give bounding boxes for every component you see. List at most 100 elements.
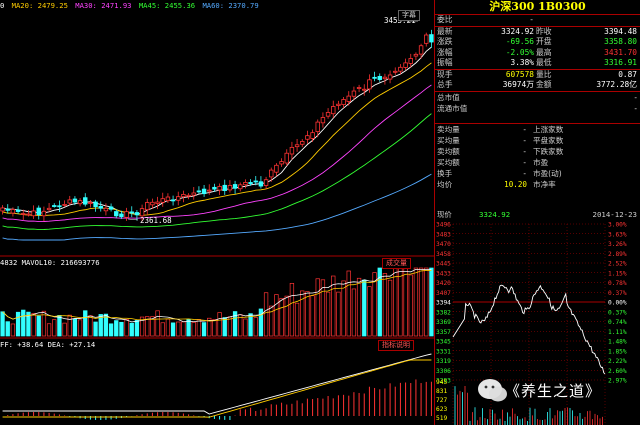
candle-body xyxy=(263,179,269,186)
intraday-pct-tick: 3.00% xyxy=(608,222,627,229)
stat-label-2: 平盘家数 xyxy=(533,135,564,145)
candle-body xyxy=(15,209,21,212)
quote-value: 0.87 xyxy=(618,69,637,79)
intraday-pct-tick: 3.26% xyxy=(608,241,627,248)
volume-bar xyxy=(165,318,171,337)
candle-body xyxy=(108,206,114,210)
cap-label: 总市值 xyxy=(437,92,460,102)
candle-body xyxy=(346,95,351,102)
intraday-date: 2014-12-23 xyxy=(592,210,638,219)
candle-body xyxy=(191,192,196,196)
quote-value: 3316.91 xyxy=(604,58,637,67)
volume-bar xyxy=(356,277,362,337)
candle-body xyxy=(382,76,388,80)
volume-bar xyxy=(83,310,88,337)
stat-row: 卖均额 - 下跌家数 xyxy=(435,146,640,157)
candle-body xyxy=(253,180,258,183)
volume-bar xyxy=(284,295,289,337)
volume-bar xyxy=(274,294,279,337)
now-label: 现价 xyxy=(437,210,452,219)
ma-line xyxy=(2,46,432,215)
subtitle-badge[interactable]: 字幕 xyxy=(398,10,420,21)
volume-bar xyxy=(36,315,41,337)
volume-bar xyxy=(10,323,16,337)
macd-tag[interactable]: 指标说明 xyxy=(378,340,414,351)
volume-bar xyxy=(57,315,62,337)
stat-label: 买均量 xyxy=(437,135,460,145)
volume-tag[interactable]: 成交量 xyxy=(382,258,411,269)
quote-label: 昨收 xyxy=(536,26,552,36)
stat-row: 卖均量 - 上涨家数 xyxy=(435,124,640,135)
candle-body xyxy=(124,211,129,218)
commission-label: 委比 xyxy=(437,15,453,24)
candle-body xyxy=(103,207,109,212)
candle-body xyxy=(351,90,357,97)
candle-body xyxy=(232,184,238,189)
intraday-price-tick: 3394 xyxy=(436,300,451,307)
candle-body xyxy=(429,34,434,43)
volume-bar xyxy=(186,319,191,337)
stat-label-2: 上涨家数 xyxy=(533,124,564,134)
volume-bar xyxy=(289,283,295,337)
candle-body xyxy=(83,197,88,205)
volume-bar xyxy=(77,319,83,337)
intraday-price-tick: 3382 xyxy=(436,309,451,316)
candle-body xyxy=(114,211,119,217)
volume-bars xyxy=(0,267,434,337)
stat-label-2: 市盈(动) xyxy=(533,168,562,178)
quote-label: 涨幅 xyxy=(437,47,453,57)
volume-bar xyxy=(181,321,186,337)
ma-line xyxy=(2,62,432,216)
intraday-pct-tick: 0.00% xyxy=(608,300,627,307)
candle-body xyxy=(243,182,248,186)
candle-body xyxy=(150,201,155,206)
volume-bar xyxy=(263,292,269,337)
volume-bar xyxy=(294,302,300,337)
volume-bar xyxy=(170,322,176,337)
intraday-volume-tick: 831 xyxy=(436,388,447,395)
volume-bar xyxy=(191,322,196,337)
candle-body xyxy=(294,144,300,148)
candle-body xyxy=(88,202,93,204)
stat-label: 换手 xyxy=(437,168,453,178)
volume-bar xyxy=(52,319,57,337)
volume-ma-lines xyxy=(2,268,432,323)
candle-body xyxy=(62,204,67,206)
volume-bar xyxy=(346,270,351,337)
quote-label: 金额 xyxy=(536,80,552,89)
kline-chart-area[interactable]: 0 MA20: 2479.25 MA30: 2471.93 MA45: 2455… xyxy=(0,0,434,425)
candle-body xyxy=(248,182,253,185)
quote-row: 最新 3324.92 昨收 3394.48 xyxy=(435,27,640,38)
intraday-price-tick: 3433 xyxy=(436,270,451,277)
watermark-text: 《养生之道》 xyxy=(505,382,602,400)
volume-bar xyxy=(196,319,202,337)
stat-value: - xyxy=(522,146,527,156)
volume-bar xyxy=(351,288,357,337)
candle-body xyxy=(31,210,36,217)
candle-body xyxy=(134,212,140,216)
intraday-pct-tick: 2.52% xyxy=(608,261,627,268)
candle-body xyxy=(341,99,346,106)
candle-body xyxy=(160,198,165,203)
volume-bar xyxy=(160,322,165,337)
volume-bar xyxy=(424,267,429,337)
volume-bar xyxy=(46,323,52,337)
volume-bar xyxy=(5,321,10,337)
stat-label: 卖均额 xyxy=(437,146,460,156)
macd-line xyxy=(2,359,432,418)
candle-body xyxy=(93,201,98,208)
candle-body xyxy=(52,205,57,207)
volume-bar xyxy=(393,267,398,337)
intraday-pct-tick: 1.11% xyxy=(608,329,627,336)
candle-body xyxy=(393,70,398,73)
quote-label: 最新 xyxy=(437,26,453,36)
candle-body xyxy=(331,106,336,115)
intraday-price-tick: 3458 xyxy=(436,251,451,258)
candle-body xyxy=(336,103,341,106)
intraday-price-tick: 3407 xyxy=(436,290,451,297)
intraday-pct-tick: 2.60% xyxy=(608,368,627,375)
quote-value: 3772.28亿 xyxy=(596,80,637,89)
candle-body xyxy=(46,207,52,211)
stat-value: - xyxy=(522,168,527,178)
quote-label: 振幅 xyxy=(437,58,453,67)
